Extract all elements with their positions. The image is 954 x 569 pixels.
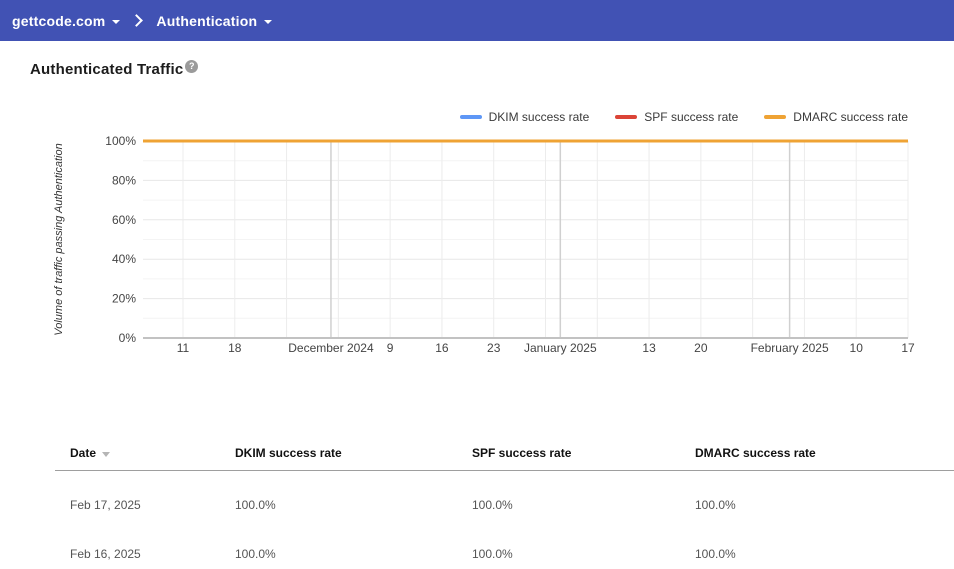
table-row: Feb 17, 2025 100.0% 100.0% 100.0% bbox=[55, 471, 954, 520]
section-selector-label: Authentication bbox=[156, 12, 258, 29]
y-axis-tick-label: 80% bbox=[112, 173, 136, 187]
row-dkim-value: 100.0% bbox=[235, 498, 276, 512]
x-axis-tick-label: 23 bbox=[487, 341, 501, 355]
y-axis-tick-label: 20% bbox=[112, 292, 136, 306]
row-dkim-value: 100.0% bbox=[235, 547, 276, 561]
row-dmarc-value: 100.0% bbox=[695, 498, 736, 512]
x-axis-month-label: December 2024 bbox=[288, 341, 374, 355]
caret-down-icon bbox=[264, 19, 273, 24]
x-axis-tick-label: 18 bbox=[228, 341, 242, 355]
y-axis-tick-label: 60% bbox=[112, 213, 136, 227]
table-header-dkim: DKIM success rate bbox=[235, 446, 342, 460]
auth-results-table: Date DKIM success rate SPF success rate … bbox=[0, 436, 954, 569]
breadcrumb-chevron-icon bbox=[130, 14, 144, 27]
row-dmarc-value: 100.0% bbox=[695, 547, 736, 561]
sort-desc-icon bbox=[102, 451, 111, 457]
section-selector-button[interactable]: Authentication bbox=[156, 12, 273, 29]
legend-item-spf: SPF success rate bbox=[615, 110, 738, 124]
domain-selector-label: gettcode.com bbox=[12, 12, 106, 29]
x-axis-tick-label: 10 bbox=[850, 341, 864, 355]
x-axis-tick-label: 17 bbox=[901, 341, 915, 355]
page-title: Authenticated Traffic bbox=[30, 61, 184, 78]
dmarc-line-swatch-icon bbox=[764, 115, 787, 119]
y-axis-tick-label: 100% bbox=[105, 134, 136, 148]
x-axis-month-label: February 2025 bbox=[751, 341, 829, 355]
legend-label: DMARC success rate bbox=[793, 110, 908, 124]
authenticated-traffic-chart[interactable]: 0% 20% 40% 60% 80% 100% 11 18 9 16 23 13 20 10 17 Decem… bbox=[0, 128, 954, 368]
table-row: Feb 16, 2025 100.0% 100.0% 100.0% bbox=[55, 520, 954, 569]
y-axis-title: Volume of traffic passing Authentication bbox=[53, 143, 65, 335]
spf-line-swatch-icon bbox=[615, 115, 638, 119]
x-axis-tick-label: 11 bbox=[177, 341, 190, 355]
table-header-dmarc: DMARC success rate bbox=[695, 446, 816, 460]
legend-label: DKIM success rate bbox=[488, 110, 590, 124]
caret-down-icon bbox=[112, 19, 121, 24]
row-spf-value: 100.0% bbox=[472, 547, 513, 561]
table-header-date[interactable]: Date bbox=[55, 446, 235, 460]
y-axis-tick-label: 0% bbox=[119, 331, 137, 345]
x-axis-tick-label: 13 bbox=[642, 341, 656, 355]
legend-label: SPF success rate bbox=[644, 110, 739, 124]
legend-item-dkim: DKIM success rate bbox=[459, 110, 590, 124]
row-date: Feb 17, 2025 bbox=[70, 498, 141, 512]
x-axis-tick-label: 16 bbox=[435, 341, 449, 355]
table-header-spf: SPF success rate bbox=[472, 446, 572, 460]
table-header-row: Date DKIM success rate SPF success rate … bbox=[55, 436, 954, 471]
row-spf-value: 100.0% bbox=[472, 498, 513, 512]
x-axis-month-label: January 2025 bbox=[524, 341, 597, 355]
domain-selector-button[interactable]: gettcode.com bbox=[12, 12, 121, 29]
chart-legend: DKIM success rate SPF success rate DMARC… bbox=[459, 110, 908, 124]
row-date: Feb 16, 2025 bbox=[70, 547, 141, 561]
topbar: gettcode.com Authentication bbox=[0, 0, 954, 41]
y-axis-tick-label: 40% bbox=[112, 252, 136, 266]
x-axis-tick-label: 9 bbox=[387, 341, 394, 355]
x-axis-tick-label: 20 bbox=[694, 341, 708, 355]
help-icon[interactable]: ? bbox=[185, 60, 199, 73]
legend-item-dmarc: DMARC success rate bbox=[764, 110, 908, 124]
dkim-line-swatch-icon bbox=[459, 115, 482, 119]
